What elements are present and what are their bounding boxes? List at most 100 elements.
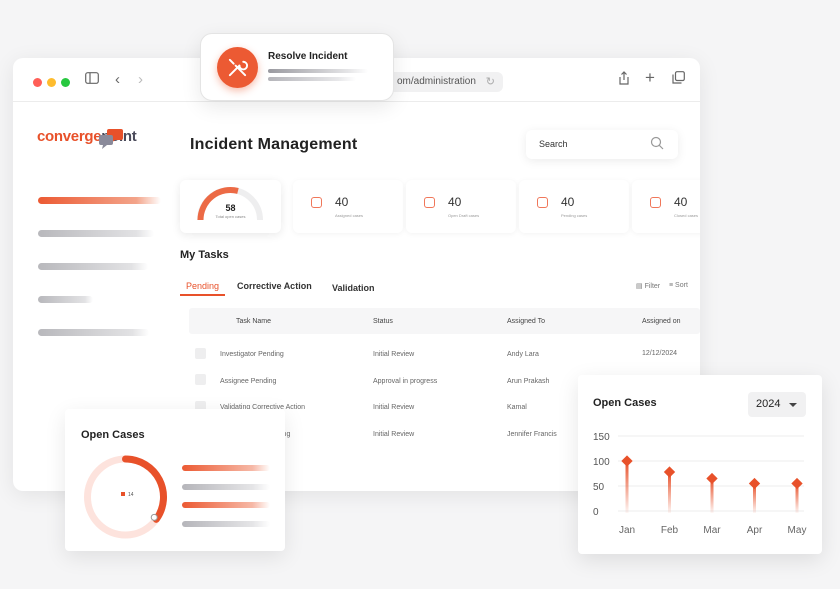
tab-corrective-action[interactable]: Corrective Action xyxy=(237,281,312,291)
minimize-window-icon[interactable] xyxy=(47,78,56,87)
resolve-incident-card[interactable]: Resolve Incident xyxy=(200,33,394,101)
total-open-cases-card[interactable]: 58 Total open cases xyxy=(180,180,281,233)
open-cases-center-label: 14 xyxy=(121,492,134,498)
stat-caption: Assigned cases xyxy=(335,213,364,218)
total-open-cases-value: 58 xyxy=(225,203,236,213)
search-input[interactable]: Search xyxy=(526,130,678,159)
stat-caption: Closed cases xyxy=(674,213,699,218)
column-header[interactable]: Assigned To xyxy=(507,318,545,325)
tabs-overview-icon[interactable] xyxy=(672,71,685,89)
task-status: Approval in progress xyxy=(373,378,438,385)
stat-value: 40 xyxy=(335,195,349,209)
resolve-incident-title: Resolve Incident xyxy=(268,51,348,62)
placeholder-text-line xyxy=(268,77,356,81)
stat-card-open-draft[interactable]: 40 Open Draft cases xyxy=(406,180,516,233)
search-icon[interactable] xyxy=(650,136,664,155)
open-cases-line-chart: 0 50 100 150 Jan Feb Mar Apr May xyxy=(593,432,807,536)
stat-value: 40 xyxy=(448,195,462,209)
close-window-icon[interactable] xyxy=(33,78,42,87)
stat-value: 40 xyxy=(674,195,688,209)
data-point xyxy=(791,477,803,490)
active-tab-indicator xyxy=(180,294,225,296)
task-assignee: Jennifer Francis xyxy=(507,431,557,438)
y-tick-label: 50 xyxy=(593,482,605,493)
open-cases-chart-card[interactable]: Open Cases 2024 0 50 100 150 Jan Feb Mar Apr May xyxy=(578,375,822,554)
data-point xyxy=(706,472,718,485)
address-text: om/administration xyxy=(397,76,476,87)
task-assignee: Kamal xyxy=(507,404,527,411)
legend-swatch xyxy=(121,492,125,496)
sort-icon: ≡ xyxy=(669,282,674,289)
legend-bar xyxy=(182,484,270,490)
checkbox-icon xyxy=(424,197,435,208)
legend-bar xyxy=(182,502,270,508)
brand-logo-part1: converge xyxy=(37,128,102,145)
x-tick-label: Feb xyxy=(661,525,679,536)
column-header[interactable]: Assigned on xyxy=(642,318,681,325)
forward-icon[interactable]: › xyxy=(138,71,143,89)
tools-icon xyxy=(217,47,258,88)
filter-icon: ▤ xyxy=(636,283,643,290)
filter-label: Filter xyxy=(644,283,661,290)
x-tick-label: Mar xyxy=(703,525,721,536)
open-cases-center-value: 14 xyxy=(128,492,134,498)
task-status: Initial Review xyxy=(373,351,415,358)
y-tick-label: 0 xyxy=(593,507,599,518)
task-date: 12/12/2024 xyxy=(642,350,678,357)
task-name: Assignee Pending xyxy=(220,378,277,385)
task-assignee: Arun Prakash xyxy=(507,378,550,385)
stat-value: 40 xyxy=(561,195,575,209)
sidebar-item[interactable] xyxy=(38,296,93,303)
sidebar-item-active[interactable] xyxy=(38,197,161,204)
column-header[interactable]: Status xyxy=(373,318,393,325)
x-tick-label: Jan xyxy=(619,525,635,536)
tab-validation[interactable]: Validation xyxy=(332,283,375,293)
sort-label: Sort xyxy=(675,282,688,289)
filter-button[interactable]: ▤ Filter xyxy=(636,282,660,290)
placeholder-text-line xyxy=(268,69,368,73)
row-checkbox[interactable] xyxy=(195,348,206,359)
open-cases-donut-chart xyxy=(84,455,167,539)
new-tab-icon[interactable]: + xyxy=(645,69,655,87)
data-point xyxy=(663,466,676,478)
open-cases-summary-card[interactable]: Open Cases 14 xyxy=(65,409,285,551)
column-header[interactable]: Task Name xyxy=(236,318,271,325)
stat-card-assigned[interactable]: 40 Assigned cases xyxy=(293,180,403,233)
data-stem xyxy=(625,461,629,513)
share-icon[interactable] xyxy=(618,71,630,90)
reload-icon[interactable]: ↻ xyxy=(486,72,495,92)
maximize-window-icon[interactable] xyxy=(61,78,70,87)
legend-bar xyxy=(182,465,270,471)
data-stem xyxy=(668,472,671,513)
sort-button[interactable]: ≡ Sort xyxy=(669,282,688,289)
page-title: Incident Management xyxy=(190,136,358,153)
sidebar-item[interactable] xyxy=(38,263,148,270)
my-tasks-title: My Tasks xyxy=(180,249,229,261)
checkbox-icon xyxy=(537,197,548,208)
x-tick-label: May xyxy=(788,525,807,536)
tab-pending[interactable]: Pending xyxy=(186,281,219,291)
stat-card-closed[interactable]: 40 Closed cases xyxy=(632,180,700,233)
checkbox-icon xyxy=(650,197,661,208)
stat-caption: Open Draft cases xyxy=(448,213,480,218)
table-header: Task Name Status Assigned To Assigned on xyxy=(189,308,700,334)
sidebar-toggle-icon[interactable] xyxy=(85,71,99,89)
sidebar-item[interactable] xyxy=(38,230,154,237)
back-icon[interactable]: ‹ xyxy=(115,71,120,89)
address-bar[interactable]: om/administration ↻ xyxy=(387,72,503,92)
checkbox-icon xyxy=(311,197,322,208)
data-point xyxy=(621,455,633,467)
task-name: Investigator Pending xyxy=(220,351,284,358)
legend-bar xyxy=(182,521,270,527)
task-assignee: Andy Lara xyxy=(507,351,539,358)
row-checkbox[interactable] xyxy=(195,374,206,385)
data-point xyxy=(748,477,761,490)
sidebar-item[interactable] xyxy=(38,329,149,336)
task-status: Initial Review xyxy=(373,431,415,438)
y-tick-label: 100 xyxy=(593,457,610,468)
x-tick-label: Apr xyxy=(747,525,763,536)
y-tick-label: 150 xyxy=(593,432,610,443)
stat-card-pending[interactable]: 40 Pending cases xyxy=(519,180,629,233)
task-status: Initial Review xyxy=(373,404,415,411)
brand-mark-icon xyxy=(99,129,123,149)
